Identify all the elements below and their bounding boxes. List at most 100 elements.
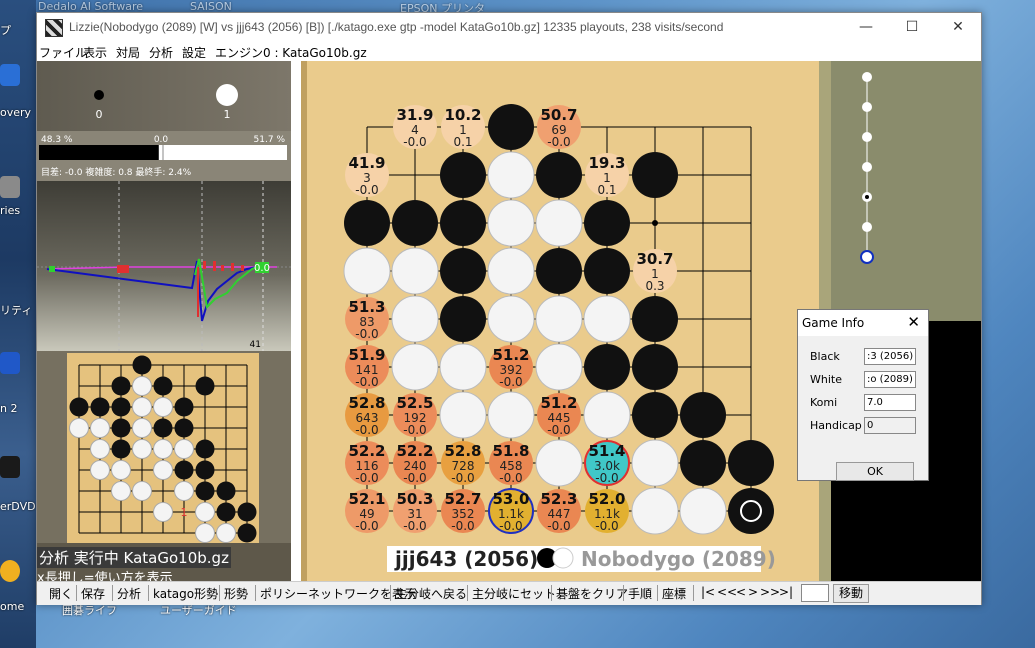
suggestion-winrate: 30.7	[636, 250, 673, 268]
black-stone	[440, 248, 486, 294]
desktop-label-n2[interactable]: n 2	[0, 402, 17, 415]
white-stone	[391, 247, 439, 295]
maximize-button[interactable]: ☐	[889, 13, 935, 41]
title-bar[interactable]: Lizzie(Nobodygo (2089) [W] vs jjj643 (20…	[37, 13, 981, 41]
move-order-button[interactable]: 手順	[628, 585, 652, 602]
katago-estimate-button[interactable]: katago形勢	[153, 585, 218, 602]
white-player-indicator	[552, 547, 574, 569]
suggestion-score: -0.0	[403, 423, 426, 437]
mini-black-stone	[111, 397, 131, 417]
menu-settings[interactable]: 設定	[182, 44, 206, 61]
menu-engine[interactable]: エンジン0 : KataGo10b.gz	[215, 44, 367, 61]
variation-tree-svg[interactable]	[831, 61, 981, 321]
mini-black-stone	[195, 481, 215, 501]
suggestion-score: -0.0	[355, 519, 378, 533]
black-stone	[728, 488, 774, 534]
suggestion-score: -0.0	[403, 519, 426, 533]
komi-field[interactable]: 7.0	[864, 394, 916, 411]
mini-board[interactable]: 1	[67, 353, 259, 543]
toolbar-divider	[148, 585, 149, 601]
black-stone	[584, 200, 630, 246]
winrate-svg: 48.3 % 0.0 51.7 % 目差: -0.0 複雑度: 0.8 最終手:…	[39, 135, 287, 178]
mini-black-stone	[132, 355, 152, 375]
desktop-app-icon[interactable]	[0, 176, 20, 198]
back-one-button[interactable]: <	[736, 585, 746, 599]
menu-file[interactable]: ファイル	[39, 44, 87, 61]
menu-game[interactable]: 対局	[116, 44, 140, 61]
white-winrate: 51.7 %	[254, 135, 286, 145]
black-field[interactable]: :3 (2056)	[864, 348, 916, 365]
first-move-button[interactable]: |<	[701, 585, 715, 599]
desktop-label-1[interactable]: プ	[0, 22, 11, 38]
estimate-button[interactable]: 形勢	[224, 585, 248, 602]
menu-view[interactable]: 表示	[83, 44, 107, 61]
desktop-label-ries[interactable]: ries	[0, 204, 20, 217]
winrate-graph-panel[interactable]: 0.0 41	[37, 181, 291, 351]
desktop-app-icon[interactable]	[0, 560, 20, 582]
last-move-button[interactable]: >|	[779, 585, 793, 599]
lizzie-window: Lizzie(Nobodygo (2089) [W] vs jjj643 (20…	[36, 12, 982, 605]
toolbar-divider	[467, 585, 468, 601]
mini-white-stone	[174, 481, 194, 501]
suggestion-score: -0.0	[595, 471, 618, 485]
dialog-close-icon[interactable]: ✕	[907, 313, 920, 331]
captures-panel: 0 1	[37, 61, 291, 131]
desktop-app-icon[interactable]	[0, 64, 20, 86]
white-stone	[535, 295, 583, 343]
move-number-input[interactable]	[801, 584, 829, 602]
desktop-app-icon[interactable]	[0, 456, 20, 478]
mini-white-stone	[111, 481, 131, 501]
set-main-branch-button[interactable]: 主分岐にセット	[472, 585, 556, 602]
suggestion-winrate: 19.3	[588, 154, 625, 172]
open-button[interactable]: 開く	[49, 585, 73, 602]
mini-white-stone	[174, 439, 194, 459]
save-button[interactable]: 保存	[81, 585, 105, 602]
toolbar-divider	[390, 585, 391, 601]
winrate-graph-svg[interactable]: 0.0 41	[37, 181, 291, 351]
ok-button[interactable]: OK	[836, 462, 914, 481]
white-stone	[679, 487, 727, 535]
coordinates-button[interactable]: 座標	[662, 585, 686, 602]
desktop-label-dvd[interactable]: erDVD	[0, 500, 36, 513]
analyze-button[interactable]: 分析	[117, 585, 141, 602]
clear-board-button[interactable]: 碁盤をクリア	[556, 585, 628, 602]
back-to-main-button[interactable]: 主分岐へ戻る	[395, 585, 467, 602]
forward-ten-button[interactable]: >>	[760, 585, 780, 599]
back-ten-button[interactable]: <<	[717, 585, 737, 599]
desktop-app-icon[interactable]	[0, 352, 20, 374]
minimize-button[interactable]: —	[843, 13, 889, 41]
white-stone	[487, 391, 535, 439]
desktop-label-security[interactable]: リティ	[0, 302, 32, 318]
engine-status: 分析 実行中 KataGo10b.gz	[37, 547, 231, 568]
suggestion-winrate: 51.8	[492, 442, 529, 460]
go-board[interactable]: jjj643 (2056) Nobodygo (2089) 31.94-0.01…	[301, 61, 831, 581]
desktop-label-recovery[interactable]: overy	[0, 106, 31, 119]
mini-black-stone	[216, 502, 236, 522]
left-panel: 0 1 48.3 % 0.0 51.7 % 目差: -0.0 複雑度: 0.8 …	[37, 61, 291, 586]
white-label: White	[810, 373, 842, 386]
white-capture-count: 1	[224, 108, 231, 121]
suggestion-winrate: 52.2	[348, 442, 385, 460]
mini-white-stone	[90, 418, 110, 438]
close-button[interactable]: ✕	[935, 13, 981, 41]
policy-network-button[interactable]: ポリシーネットワークを表示	[260, 585, 416, 602]
mini-white-stone	[153, 397, 173, 417]
winrate-center: 0.0	[154, 135, 169, 145]
suggestion-winrate: 51.3	[348, 298, 385, 316]
desktop-label-home[interactable]: ome	[0, 600, 24, 613]
white-stone	[487, 247, 535, 295]
menu-analyze[interactable]: 分析	[149, 44, 173, 61]
white-stone	[391, 343, 439, 391]
forward-one-button[interactable]: >	[748, 585, 758, 599]
mini-board-svg[interactable]: 1	[67, 353, 259, 543]
captures-svg: 0 1	[94, 84, 238, 121]
handicap-field[interactable]: 0	[864, 417, 916, 434]
goto-move-button[interactable]: 移動	[833, 584, 869, 603]
mini-white-stone	[111, 460, 131, 480]
main-board-panel[interactable]: jjj643 (2056) Nobodygo (2089) 31.9 4 -0.0 1…	[301, 61, 831, 581]
white-field[interactable]: :o (2089)	[864, 371, 916, 388]
black-stone	[632, 344, 678, 390]
toolbar-divider	[112, 585, 113, 601]
suggestion-score: -0.0	[355, 327, 378, 341]
suggestion-winrate: 52.8	[348, 394, 385, 412]
